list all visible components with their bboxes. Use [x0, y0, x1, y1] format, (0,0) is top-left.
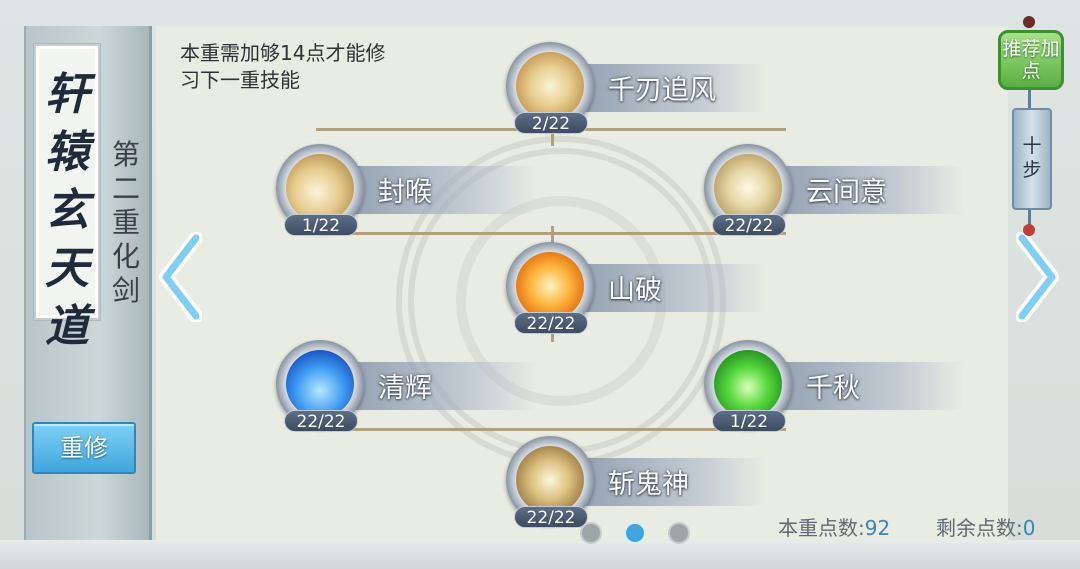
school-name-scroll: 轩 辕 玄 天 道 [34, 44, 100, 352]
green-shield-icon [714, 350, 782, 418]
reset-skills-button[interactable]: 重修 [32, 422, 136, 474]
page-dot-2[interactable] [624, 522, 646, 544]
tier-points-status: 本重点数:92 [778, 516, 891, 540]
tier-points-value: 92 [864, 516, 891, 540]
mountain-break-icon [516, 252, 584, 320]
page-dot-3[interactable] [668, 522, 690, 544]
hanging-knot-icon [1023, 16, 1035, 28]
skill-node[interactable]: 千刃追风 2/22 [506, 42, 766, 134]
hanging-rope [1028, 90, 1031, 108]
skill-node[interactable]: 斩鬼神 22/22 [506, 436, 766, 528]
skill-points: 22/22 [712, 214, 786, 236]
remaining-points-value: 0 [1022, 516, 1036, 540]
tier-title: 第 二 重 化 剑 [111, 138, 140, 307]
skill-name: 清辉 [378, 373, 432, 404]
seal-throat-icon [286, 154, 354, 222]
skill-name: 千刃追风 [608, 75, 716, 106]
skill-name: 斩鬼神 [608, 469, 689, 500]
ghost-slash-icon [516, 446, 584, 514]
next-page-arrow-icon[interactable] [1016, 232, 1060, 322]
blade-wind-icon [516, 52, 584, 120]
remaining-points-status: 剩余点数:0 [936, 516, 1036, 540]
skill-node[interactable]: 云间意 22/22 [704, 144, 964, 236]
step-toggle-button[interactable]: 十步 [1012, 108, 1052, 210]
tassel-bead-icon [1023, 224, 1035, 236]
previous-page-arrow-icon[interactable] [158, 232, 202, 322]
skill-points: 22/22 [514, 312, 588, 334]
skill-points: 22/22 [284, 410, 358, 432]
skill-name: 云间意 [806, 177, 887, 208]
skill-points: 1/22 [284, 214, 358, 236]
blue-shield-icon [286, 350, 354, 418]
tier-requirement-hint: 本重需加够14点才能修习下一重技能 [180, 41, 386, 92]
skill-tree-area: 本重需加够14点才能修习下一重技能 千刃追风 2/22 封喉 1/22 云间意 … [156, 26, 1008, 540]
skill-node[interactable]: 封喉 1/22 [276, 144, 536, 236]
school-name: 轩 辕 玄 天 道 [45, 69, 89, 352]
skill-points: 22/22 [514, 506, 588, 528]
skill-points: 2/22 [514, 112, 588, 134]
recommend-points-button[interactable]: 推荐加点 [998, 30, 1064, 90]
skill-name: 千秋 [806, 373, 860, 404]
skill-name: 山破 [608, 275, 662, 306]
school-side-panel: 轩 辕 玄 天 道 第 二 重 化 剑 重修 [24, 26, 152, 540]
skill-node[interactable]: 清辉 22/22 [276, 340, 536, 432]
skill-node[interactable]: 千秋 1/22 [704, 340, 964, 432]
skill-node[interactable]: 山破 22/22 [506, 242, 766, 334]
skill-points: 1/22 [712, 410, 786, 432]
bottom-border [0, 540, 1080, 569]
page-indicator [580, 522, 690, 544]
cloud-intent-icon [714, 154, 782, 222]
page-dot-1[interactable] [580, 522, 602, 544]
skill-name: 封喉 [378, 177, 432, 208]
